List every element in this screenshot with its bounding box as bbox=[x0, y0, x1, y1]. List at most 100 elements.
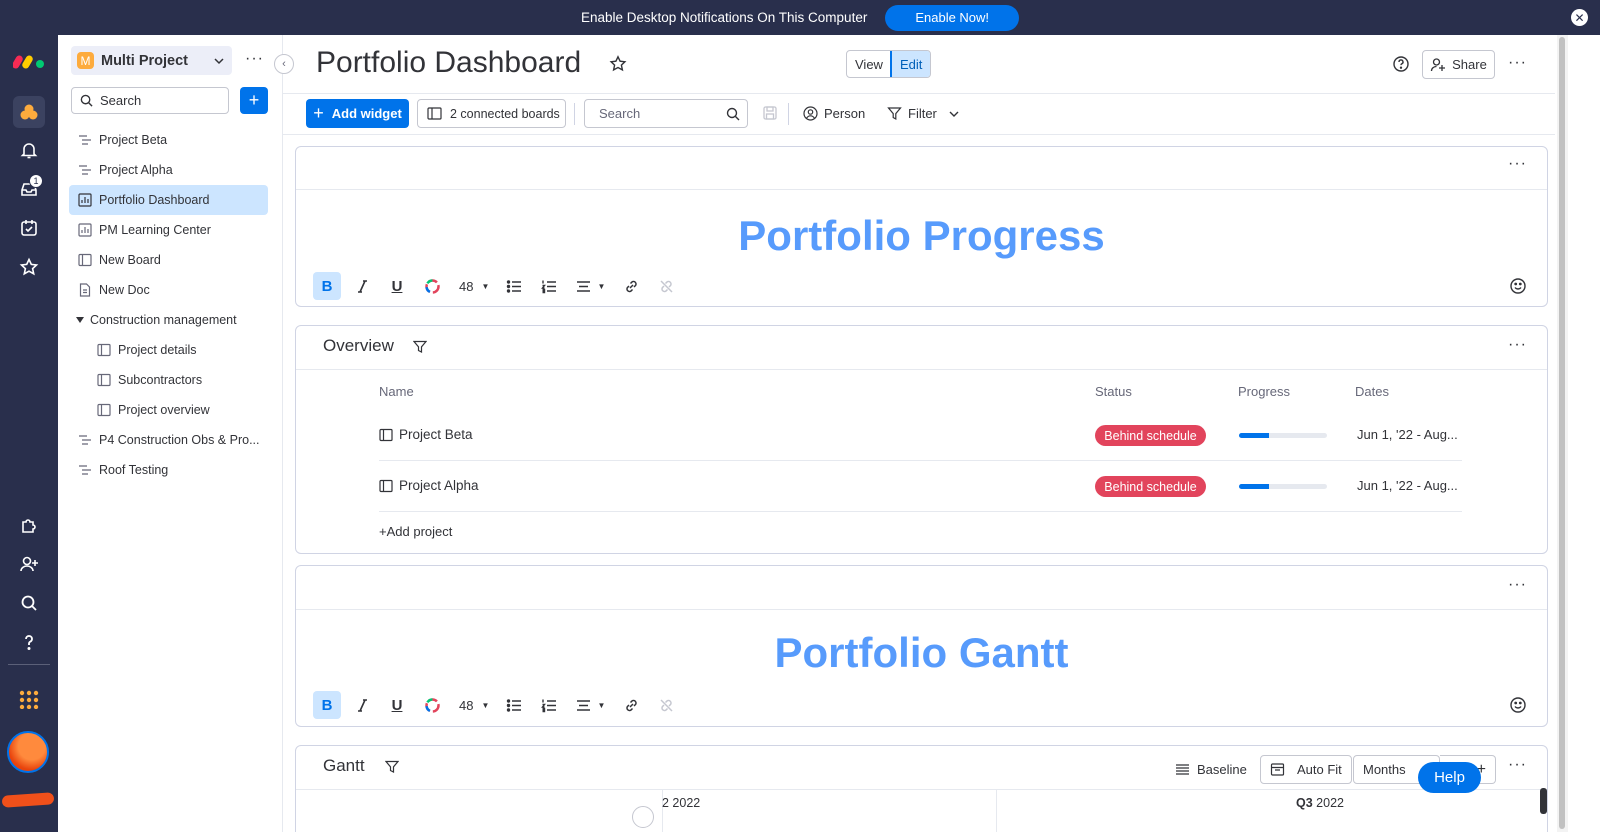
emoji-icon[interactable] bbox=[1509, 696, 1527, 714]
sidebar-item-subcontractors[interactable]: Subcontractors bbox=[69, 365, 268, 395]
sidebar-item-new-doc[interactable]: New Doc bbox=[69, 275, 268, 305]
column-header-status: Status bbox=[1095, 384, 1132, 399]
help-question-icon[interactable] bbox=[13, 626, 45, 658]
person-filter-button[interactable]: Person bbox=[803, 99, 865, 128]
project-name-cell[interactable]: Project Beta bbox=[379, 427, 473, 442]
widget-more-icon[interactable]: ··· bbox=[1508, 756, 1527, 774]
text-color-icon[interactable] bbox=[418, 272, 446, 300]
baseline-button[interactable]: Baseline bbox=[1175, 755, 1247, 784]
bold-button[interactable]: B bbox=[313, 272, 341, 300]
filter-label: Filter bbox=[908, 106, 937, 121]
scrollbar-thumb[interactable] bbox=[1559, 37, 1565, 829]
table-row[interactable]: Project Alpha Behind schedule Jun 1, '22… bbox=[379, 461, 1462, 512]
avatar[interactable] bbox=[7, 731, 49, 773]
collapse-sidebar-icon[interactable]: ‹ bbox=[274, 54, 294, 74]
underline-button[interactable]: U bbox=[383, 272, 411, 300]
numbered-list-icon[interactable] bbox=[535, 691, 563, 719]
add-item-button[interactable]: + bbox=[240, 87, 268, 114]
board-icon bbox=[97, 343, 111, 357]
connected-boards-button[interactable]: 2 connected boards bbox=[417, 99, 566, 128]
monday-logo-icon[interactable] bbox=[13, 49, 47, 69]
save-view-icon[interactable] bbox=[762, 105, 778, 121]
sidebar-item-roof-testing[interactable]: Roof Testing bbox=[69, 455, 268, 485]
status-badge[interactable]: Behind schedule bbox=[1095, 425, 1206, 446]
italic-button[interactable] bbox=[348, 691, 376, 719]
more-options-icon[interactable]: ··· bbox=[1508, 54, 1527, 72]
text-color-icon[interactable] bbox=[418, 691, 446, 719]
help-circle-icon[interactable] bbox=[1392, 55, 1410, 73]
sidebar-item-label: Project overview bbox=[118, 403, 210, 417]
status-badge[interactable]: Behind schedule bbox=[1095, 476, 1206, 497]
text-widget-portfolio-gantt[interactable]: ··· Portfolio Gantt B U 48 ▼ ▼ bbox=[295, 565, 1548, 727]
workspaces-icon[interactable] bbox=[13, 96, 45, 128]
sidebar-item-p4-construction[interactable]: P4 Construction Obs & Pro... bbox=[69, 425, 268, 455]
workspace-more-icon[interactable]: ··· bbox=[245, 50, 264, 68]
align-icon[interactable]: ▼ bbox=[570, 272, 610, 300]
share-button[interactable]: Share bbox=[1422, 50, 1495, 79]
widget-more-icon[interactable]: ··· bbox=[1508, 336, 1527, 354]
product-switcher-icon[interactable] bbox=[13, 683, 45, 715]
gantt-scroll-handle[interactable] bbox=[632, 806, 654, 828]
portfolio-progress-title[interactable]: Portfolio Progress bbox=[296, 212, 1547, 260]
chevron-down-icon[interactable] bbox=[949, 109, 959, 119]
enable-notifications-button[interactable]: Enable Now! bbox=[885, 4, 1020, 31]
italic-button[interactable] bbox=[348, 272, 376, 300]
filter-button[interactable]: Filter bbox=[887, 99, 959, 128]
add-project-link[interactable]: +Add project bbox=[379, 524, 452, 539]
project-name-cell[interactable]: Project Alpha bbox=[379, 478, 479, 493]
sidebar-item-label: P4 Construction Obs & Pro... bbox=[99, 433, 260, 447]
dates-cell[interactable]: Jun 1, '22 - Aug... bbox=[1357, 478, 1458, 493]
sidebar-item-project-alpha[interactable]: Project Alpha bbox=[69, 155, 268, 185]
widget-more-icon[interactable]: ··· bbox=[1508, 576, 1527, 594]
bold-button[interactable]: B bbox=[313, 691, 341, 719]
filter-funnel-icon[interactable] bbox=[385, 760, 399, 774]
search-icon[interactable] bbox=[13, 587, 45, 619]
help-button[interactable]: Help bbox=[1418, 762, 1481, 793]
page-scrollbar[interactable] bbox=[1557, 35, 1568, 832]
table-row[interactable]: Project Beta Behind schedule Jun 1, '22 … bbox=[379, 410, 1462, 461]
inbox-icon[interactable]: 1 bbox=[13, 173, 45, 205]
bullet-list-icon[interactable] bbox=[500, 272, 528, 300]
emoji-icon[interactable] bbox=[1509, 277, 1527, 295]
unlink-icon[interactable] bbox=[652, 691, 680, 719]
dates-cell[interactable]: Jun 1, '22 - Aug... bbox=[1357, 427, 1458, 442]
link-icon[interactable] bbox=[617, 272, 645, 300]
numbered-list-icon[interactable] bbox=[535, 272, 563, 300]
sidebar-search-input[interactable]: Search bbox=[71, 87, 229, 114]
sidebar-item-new-board[interactable]: New Board bbox=[69, 245, 268, 275]
link-icon[interactable] bbox=[617, 691, 645, 719]
bell-icon[interactable] bbox=[13, 134, 45, 166]
sidebar-item-label: Project details bbox=[118, 343, 197, 357]
share-label: Share bbox=[1452, 57, 1487, 72]
workspace-selector[interactable]: M Multi Project bbox=[71, 46, 232, 75]
board-icon bbox=[97, 373, 111, 387]
invite-members-icon[interactable] bbox=[13, 548, 45, 580]
sidebar-item-project-beta[interactable]: Project Beta bbox=[69, 125, 268, 155]
filter-funnel-icon[interactable] bbox=[413, 340, 427, 354]
sidebar-item-pm-learning-center[interactable]: PM Learning Center bbox=[69, 215, 268, 245]
font-size-select[interactable]: 48 ▼ bbox=[453, 279, 493, 294]
align-icon[interactable]: ▼ bbox=[570, 691, 610, 719]
my-work-icon[interactable] bbox=[13, 212, 45, 244]
text-widget-portfolio-progress[interactable]: ··· Portfolio Progress B U 48 ▼ ▼ bbox=[295, 146, 1548, 307]
unlink-icon[interactable] bbox=[652, 272, 680, 300]
sidebar-item-portfolio-dashboard[interactable]: Portfolio Dashboard bbox=[69, 185, 268, 215]
dashboard-search-input[interactable]: Search bbox=[584, 99, 748, 128]
edit-mode-button[interactable]: Edit bbox=[889, 51, 931, 77]
widget-more-icon[interactable]: ··· bbox=[1508, 155, 1527, 173]
favorite-star-icon[interactable] bbox=[609, 55, 627, 73]
auto-fit-button[interactable]: Auto Fit bbox=[1260, 755, 1352, 784]
view-mode-button[interactable]: View bbox=[847, 51, 891, 77]
apps-puzzle-icon[interactable] bbox=[13, 509, 45, 541]
sidebar-item-project-overview[interactable]: Project overview bbox=[69, 395, 268, 425]
portfolio-gantt-title[interactable]: Portfolio Gantt bbox=[296, 629, 1547, 677]
underline-button[interactable]: U bbox=[383, 691, 411, 719]
bullet-list-icon[interactable] bbox=[500, 691, 528, 719]
gantt-scrollbar[interactable] bbox=[1540, 788, 1547, 814]
sidebar-item-project-details[interactable]: Project details bbox=[69, 335, 268, 365]
add-widget-button[interactable]: + Add widget bbox=[306, 99, 409, 128]
font-size-select[interactable]: 48 ▼ bbox=[453, 698, 493, 713]
close-icon[interactable]: ✕ bbox=[1571, 9, 1588, 26]
favorites-star-icon[interactable] bbox=[13, 251, 45, 283]
sidebar-folder-construction-management[interactable]: Construction management bbox=[69, 305, 268, 335]
